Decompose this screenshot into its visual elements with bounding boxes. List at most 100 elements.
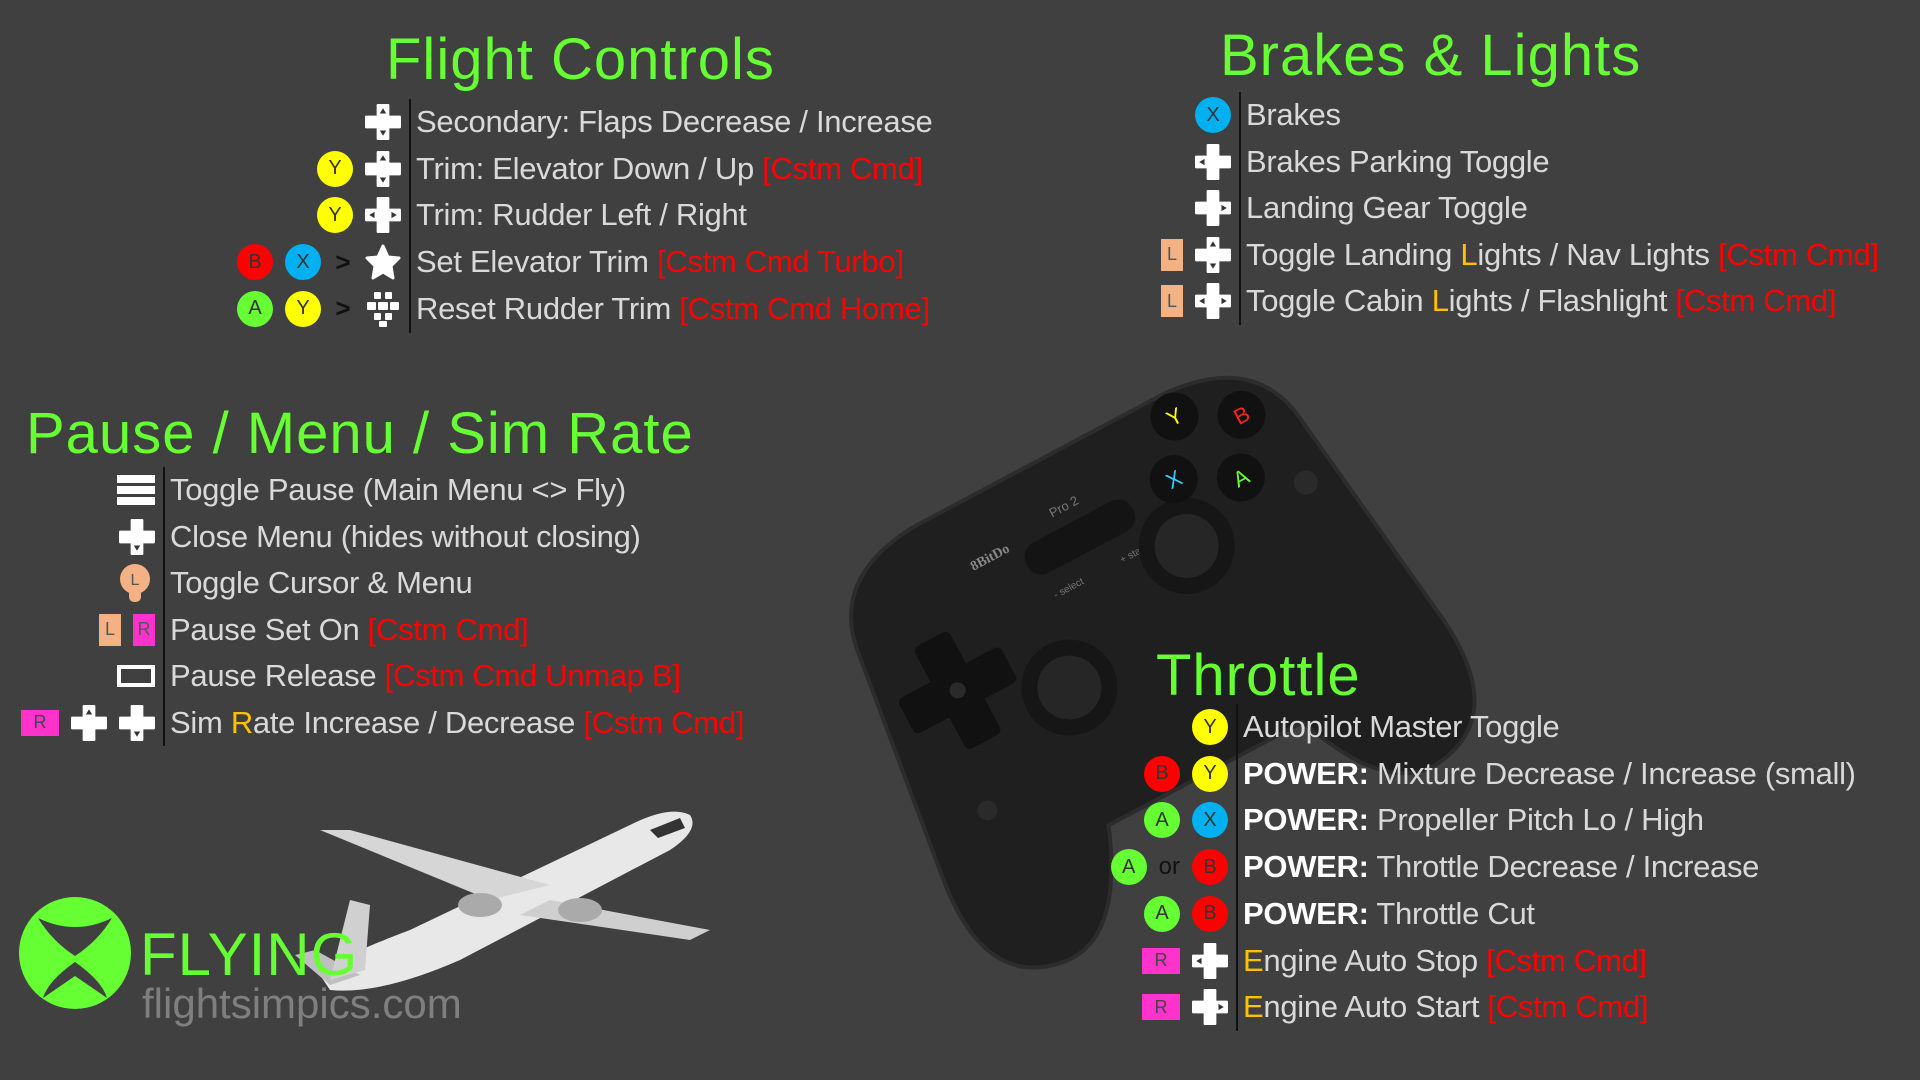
input-combo: R <box>1142 938 1236 984</box>
b-button-icon: B <box>1192 849 1228 886</box>
highlight-letter: L <box>1460 236 1478 272</box>
then-chevron-icon: > <box>335 293 351 324</box>
section-title-pause-menu-sim-rate: Pause / Menu / Sim Rate <box>26 401 694 466</box>
right-bumper-icon: R <box>21 709 59 736</box>
input-combo: LR <box>99 607 163 653</box>
custom-command-note: [Cstm Cmd] <box>762 150 923 186</box>
binding-label: Sim Rate Increase / Decrease [Cstm Cmd] <box>163 705 744 741</box>
right-bumper-icon: R <box>133 613 155 646</box>
highlight-letter: L <box>1431 283 1449 318</box>
a-button-icon: A <box>237 290 273 327</box>
binding-row: B X > Set Elevator Trim [Cstm Cmd Turbo] <box>237 239 904 285</box>
binding-label: Engine Auto Start [Cstm Cmd] <box>1236 989 1648 1025</box>
input-combo: R <box>21 700 163 746</box>
input-combo: B X > <box>237 239 409 285</box>
binding-row: X Brakes <box>1195 92 1341 138</box>
custom-command-note: [Cstm Cmd] <box>367 611 529 647</box>
binding-row: B Y POWER: Mixture Decrease / Increase (sm… <box>1144 751 1856 797</box>
binding-row: Pause Release [Cstm Cmd Unmap B] <box>117 653 681 699</box>
then-chevron-icon: > <box>335 246 351 277</box>
binding-label: Trim: Elevator Down / Up [Cstm Cmd] <box>409 151 923 187</box>
action-text: ights / Flashlight <box>1448 283 1676 318</box>
dpad-up-icon <box>71 704 107 741</box>
binding-label: POWER: Mixture Decrease / Increase (smal… <box>1236 756 1856 792</box>
y-button-icon: Y <box>1192 755 1228 792</box>
dpad-down-icon <box>119 518 155 555</box>
binding-label: Toggle Cursor & Menu <box>163 565 473 601</box>
action-text: Toggle Cursor & Menu <box>170 565 473 600</box>
custom-command-note: [Cstm Cmd Unmap B] <box>384 658 681 693</box>
binding-label: Autopilot Master Toggle <box>1236 709 1560 745</box>
left-stick-press-icon: L <box>115 563 155 603</box>
binding-row: L Toggle Cabin Lights / Flashlight [Cstm … <box>1161 278 1837 324</box>
binding-label: Brakes Parking Toggle <box>1239 143 1550 180</box>
binding-label: Toggle Landing Lights / Nav Lights [Cstm… <box>1239 237 1879 273</box>
action-text: Throttle Decrease / Increase <box>1368 849 1760 885</box>
input-combo <box>1195 139 1239 185</box>
input-combo: Y <box>317 192 409 238</box>
y-button-icon: Y <box>317 150 353 187</box>
input-combo: A Y > <box>237 286 409 332</box>
action-text: Pause Set On <box>170 611 368 647</box>
input-combo <box>117 467 163 513</box>
binding-row: Secondary: Flaps Decrease / Increase <box>365 99 933 145</box>
input-combo <box>1195 185 1239 231</box>
action-text: Trim: Rudder Left / Right <box>416 197 747 233</box>
b-button-icon: B <box>1144 755 1180 792</box>
view-button-icon <box>117 665 155 687</box>
star-icon <box>365 244 401 280</box>
custom-command-note: [Cstm Cmd Turbo] <box>656 244 904 280</box>
binding-row: A X POWER: Propeller Pitch Lo / High <box>1144 797 1704 843</box>
binding-label: Engine Auto Stop [Cstm Cmd] <box>1236 943 1647 979</box>
menu-button-icon <box>117 474 155 506</box>
right-bumper-icon: R <box>1142 947 1180 974</box>
a-button-icon: A <box>1144 895 1180 932</box>
b-button-icon: B <box>1192 895 1228 932</box>
x-button-icon: X <box>1195 97 1231 133</box>
action-text: ngine Auto Stop <box>1263 942 1487 978</box>
action-text: Brakes Parking Toggle <box>1246 143 1550 179</box>
binding-row: Y Autopilot Master Toggle <box>1192 704 1560 750</box>
action-text: ights / Nav Lights <box>1477 236 1719 272</box>
binding-row: Aor B POWER: Throttle Decrease / Increase <box>1110 844 1760 890</box>
svg-text:L: L <box>131 572 140 589</box>
dpad-left-right-icon <box>1195 283 1231 319</box>
input-combo: AB <box>1144 891 1236 937</box>
binding-row: A Y > Reset Rudder Trim [Cstm Cmd Home] <box>237 286 930 332</box>
binding-label: POWER: Throttle Cut <box>1236 896 1535 932</box>
binding-row: Y Trim: Elevator Down / Up [Cstm Cmd] <box>317 146 923 192</box>
input-combo: AX <box>1144 797 1236 843</box>
custom-command-note: [Cstm Cmd] <box>1487 989 1649 1025</box>
binding-label: Brakes <box>1239 97 1341 133</box>
binding-label: Close Menu (hides without closing) <box>163 519 641 555</box>
left-bumper-icon: L <box>1161 238 1183 271</box>
dpad-up-down-icon <box>365 104 401 140</box>
x-button-icon: X <box>285 244 321 281</box>
custom-command-note: [Cstm Cmd] <box>1486 942 1647 978</box>
binding-label: Pause Set On [Cstm Cmd] <box>163 611 529 648</box>
input-combo <box>365 99 409 145</box>
a-button-icon: A <box>1110 849 1147 886</box>
input-combo <box>119 514 163 560</box>
section-title-brakes-lights: Brakes & Lights <box>1220 23 1642 88</box>
binding-row: Landing Gear Toggle <box>1195 185 1528 231</box>
category-prefix: POWER: <box>1243 755 1369 791</box>
action-text: Sim <box>170 704 231 740</box>
dpad-right-icon <box>1192 989 1228 1026</box>
category-prefix: POWER: <box>1243 802 1369 838</box>
action-text: Trim: Elevator Down / Up <box>416 150 763 186</box>
highlight-letter: R <box>230 704 253 740</box>
y-button-icon: Y <box>285 290 321 327</box>
dpad-up-down-icon <box>365 150 401 187</box>
binding-label: Set Elevator Trim [Cstm Cmd Turbo] <box>409 244 904 280</box>
input-combo: Y <box>1192 704 1236 750</box>
binding-row: L R Pause Set On [Cstm Cmd] <box>99 607 529 653</box>
action-text: Toggle Pause (Main Menu <> Fly) <box>170 472 626 507</box>
input-combo: X <box>1195 92 1239 138</box>
custom-command-note: [Cstm Cmd] <box>1675 283 1837 318</box>
binding-row: L Toggle Landing Lights / Nav Lights [Cst… <box>1161 232 1879 278</box>
binding-row: L Toggle Cursor & Menu <box>120 560 473 606</box>
dpad-up-down-icon <box>1195 236 1231 273</box>
input-combo: Y <box>317 146 409 192</box>
y-button-icon: Y <box>317 197 353 234</box>
